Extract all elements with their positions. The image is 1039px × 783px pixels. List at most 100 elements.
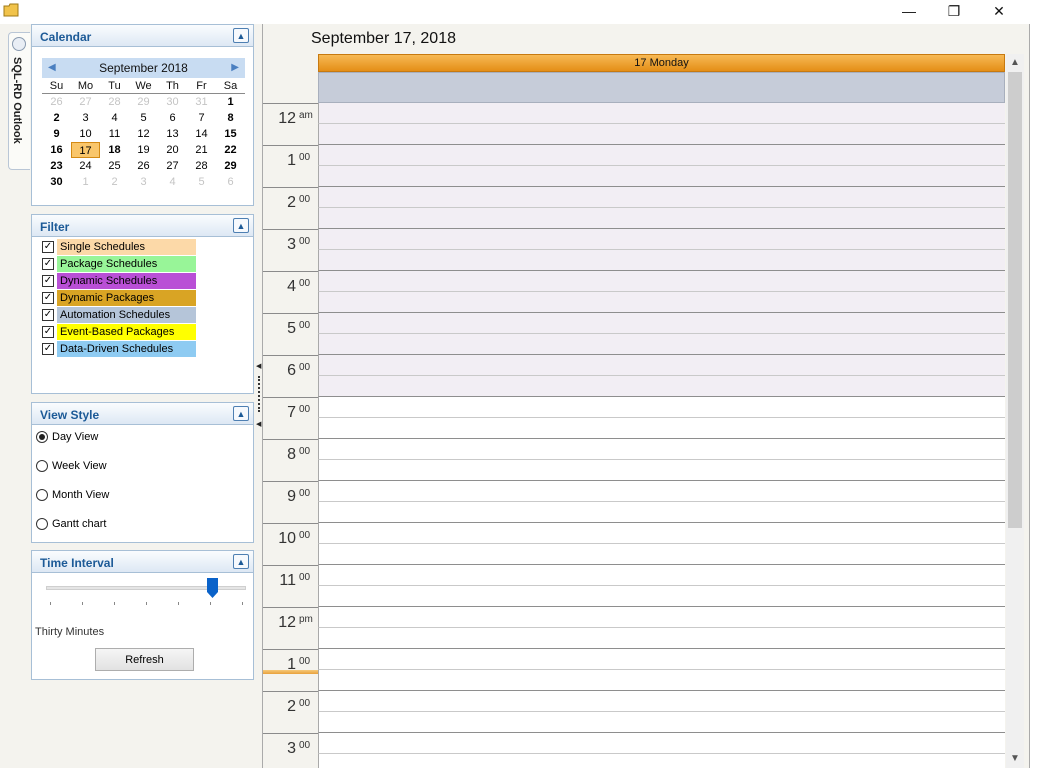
time-slot[interactable] — [318, 355, 1005, 376]
calendar-day[interactable]: 10 — [71, 126, 100, 142]
time-slot[interactable] — [318, 712, 1005, 733]
filter-item[interactable]: ✓ Dynamic Packages — [42, 289, 196, 306]
calendar-day[interactable]: 28 — [187, 158, 216, 174]
calendar-day[interactable]: 4 — [100, 110, 129, 126]
time-slot[interactable] — [318, 733, 1005, 754]
calendar-day[interactable]: 23 — [42, 158, 71, 174]
filter-checkbox[interactable]: ✓ — [42, 325, 54, 338]
collapse-calendar-button[interactable]: ▲ — [233, 28, 249, 43]
filter-checkbox[interactable]: ✓ — [42, 257, 54, 270]
collapse-view-style-button[interactable]: ▲ — [233, 406, 249, 421]
time-slot[interactable] — [318, 670, 1005, 691]
scroll-up-icon[interactable]: ▲ — [1006, 54, 1024, 70]
minimize-button[interactable]: — — [886, 0, 932, 22]
time-slot[interactable] — [318, 565, 1005, 586]
calendar-day[interactable]: 12 — [129, 126, 158, 142]
calendar-day[interactable]: 29 — [129, 94, 158, 110]
collapse-filter-button[interactable]: ▲ — [233, 218, 249, 233]
calendar-day[interactable]: 4 — [158, 174, 187, 190]
calendar-day[interactable]: 26 — [42, 94, 71, 110]
radio-button[interactable] — [36, 431, 48, 443]
time-slot[interactable] — [318, 145, 1005, 166]
time-slot[interactable] — [318, 229, 1005, 250]
view-option-gantt-chart[interactable]: Gantt chart — [36, 518, 106, 530]
time-slot[interactable] — [318, 292, 1005, 313]
time-slot[interactable] — [318, 586, 1005, 607]
time-slot[interactable] — [318, 460, 1005, 481]
calendar-day[interactable]: 30 — [42, 174, 71, 190]
prev-month-icon[interactable]: ◀ — [48, 58, 56, 78]
filter-item[interactable]: ✓ Event-Based Packages — [42, 323, 196, 340]
refresh-button[interactable]: Refresh — [95, 648, 194, 671]
filter-item[interactable]: ✓ Automation Schedules — [42, 306, 196, 323]
time-slot[interactable] — [318, 754, 1005, 768]
filter-item[interactable]: ✓ Data-Driven Schedules — [42, 340, 196, 357]
calendar-day[interactable]: 2 — [100, 174, 129, 190]
filter-checkbox[interactable]: ✓ — [42, 274, 54, 287]
time-slot[interactable] — [318, 439, 1005, 460]
filter-checkbox[interactable]: ✓ — [42, 240, 54, 253]
calendar-day[interactable]: 1 — [71, 174, 100, 190]
vertical-scrollbar[interactable]: ▲ ▼ — [1006, 54, 1024, 768]
sidebar-splitter[interactable]: ◀ ◀ — [255, 24, 262, 768]
view-option-day-view[interactable]: Day View — [36, 431, 98, 443]
calendar-day[interactable]: 26 — [129, 158, 158, 174]
calendar-day[interactable]: 7 — [187, 110, 216, 126]
time-slot[interactable] — [318, 544, 1005, 565]
calendar-day[interactable]: 22 — [216, 142, 245, 158]
calendar-day[interactable]: 3 — [129, 174, 158, 190]
calendar-day[interactable]: 11 — [100, 126, 129, 142]
close-button[interactable]: ✕ — [976, 0, 1022, 22]
view-option-week-view[interactable]: Week View — [36, 460, 107, 472]
calendar-day[interactable]: 29 — [216, 158, 245, 174]
calendar-day[interactable]: 31 — [187, 94, 216, 110]
filter-item[interactable]: ✓ Package Schedules — [42, 255, 196, 272]
collapse-time-interval-button[interactable]: ▲ — [233, 554, 249, 569]
calendar-day[interactable]: 21 — [187, 142, 216, 158]
time-slot[interactable] — [318, 103, 1005, 124]
time-slot[interactable] — [318, 313, 1005, 334]
time-slot[interactable] — [318, 187, 1005, 208]
calendar-day[interactable]: 3 — [71, 110, 100, 126]
restore-button[interactable]: ❐ — [931, 0, 977, 22]
time-slot[interactable] — [318, 649, 1005, 670]
calendar-day[interactable]: 1 — [216, 94, 245, 110]
calendar-day[interactable]: 25 — [100, 158, 129, 174]
side-tab-sqlrd-outlook[interactable]: SQL-RD Outlook — [8, 32, 30, 170]
radio-button[interactable] — [36, 489, 48, 501]
time-slot[interactable] — [318, 691, 1005, 712]
radio-button[interactable] — [36, 518, 48, 530]
filter-checkbox[interactable]: ✓ — [42, 291, 54, 304]
calendar-day[interactable]: 8 — [216, 110, 245, 126]
time-slot[interactable] — [318, 334, 1005, 355]
calendar-day[interactable]: 27 — [158, 158, 187, 174]
scroll-down-icon[interactable]: ▼ — [1006, 750, 1024, 766]
time-slot[interactable] — [318, 523, 1005, 544]
time-slot[interactable] — [318, 166, 1005, 187]
calendar-day[interactable]: 28 — [100, 94, 129, 110]
calendar-day[interactable]: 14 — [187, 126, 216, 142]
radio-button[interactable] — [36, 460, 48, 472]
calendar-day[interactable]: 5 — [187, 174, 216, 190]
calendar-day[interactable]: 27 — [71, 94, 100, 110]
calendar-day[interactable]: 20 — [158, 142, 187, 158]
filter-item[interactable]: ✓ Single Schedules — [42, 238, 196, 255]
time-slot[interactable] — [318, 502, 1005, 523]
calendar-day[interactable]: 24 — [71, 158, 100, 174]
filter-checkbox[interactable]: ✓ — [42, 308, 54, 321]
calendar-day[interactable]: 19 — [129, 142, 158, 158]
filter-item[interactable]: ✓ Dynamic Schedules — [42, 272, 196, 289]
calendar-day[interactable]: 13 — [158, 126, 187, 142]
time-slot[interactable] — [318, 250, 1005, 271]
calendar-day[interactable]: 2 — [42, 110, 71, 126]
time-slot[interactable] — [318, 481, 1005, 502]
filter-checkbox[interactable]: ✓ — [42, 342, 54, 355]
calendar-day[interactable]: 6 — [158, 110, 187, 126]
time-slot[interactable] — [318, 271, 1005, 292]
scrollbar-thumb[interactable] — [1008, 72, 1022, 528]
selected-day[interactable]: 17 — [71, 142, 100, 158]
time-slot[interactable] — [318, 418, 1005, 439]
time-slot[interactable] — [318, 397, 1005, 418]
calendar-day[interactable]: 16 — [42, 142, 71, 158]
calendar-day[interactable]: 9 — [42, 126, 71, 142]
